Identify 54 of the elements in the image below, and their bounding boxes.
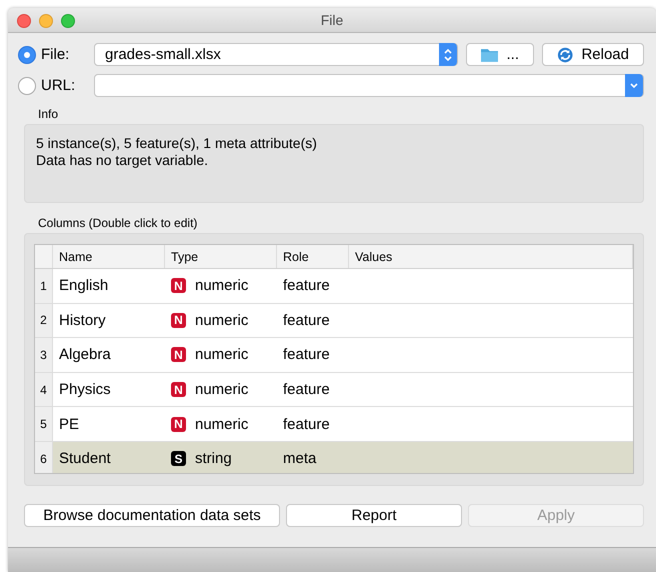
section-title: Columns (Double click to edit)	[38, 216, 198, 230]
column-header[interactable]: Role	[277, 245, 349, 268]
table-cell-text: English	[58, 276, 110, 296]
file-radio[interactable]: File:	[18, 46, 86, 64]
row-number: 1	[35, 269, 53, 303]
table-cell: string	[195, 450, 232, 468]
table-cell-text: History	[58, 310, 107, 331]
window-title: File	[320, 12, 344, 28]
refresh-icon	[557, 46, 574, 64]
table-cell: Student	[53, 442, 165, 473]
type-badge: S	[171, 451, 186, 466]
url-radio[interactable]: URL:	[18, 76, 86, 94]
row-number: 4	[35, 372, 53, 406]
table-cell-text: feature	[282, 380, 331, 400]
row-number: 3	[35, 338, 53, 372]
table-cell: numeric	[195, 312, 248, 329]
table-cell-text: feature	[282, 276, 331, 296]
table-cell-text: Physics	[58, 380, 112, 400]
close-icon[interactable]	[17, 14, 31, 28]
table-cell-text: feature	[282, 345, 331, 366]
table-cell: meta	[277, 442, 349, 473]
minimize-icon[interactable]	[39, 14, 53, 28]
table-cell: numeric	[195, 381, 248, 398]
file-combo-box[interactable]: grades-small.xlsx	[94, 43, 458, 66]
section-title: Info	[38, 107, 60, 121]
type-badge: N	[171, 347, 186, 362]
table-cell: numeric	[195, 277, 248, 294]
reload-button[interactable]: Reload	[542, 43, 644, 66]
table-cell-text: feature	[282, 310, 331, 331]
table-cell: numeric	[195, 416, 248, 433]
column-header[interactable]: Name	[53, 245, 165, 268]
row-number: 6	[35, 442, 53, 473]
table-cell-text: feature	[282, 414, 331, 435]
folder-icon	[481, 47, 498, 62]
row-number: 5	[35, 407, 53, 441]
column-header[interactable]: Type	[165, 245, 277, 268]
dropdown-icon	[629, 82, 639, 90]
zoom-icon[interactable]	[61, 14, 75, 28]
stepper-icon	[443, 48, 453, 62]
type-badge: N	[171, 382, 186, 398]
type-badge: N	[171, 416, 186, 432]
type-badge: N	[171, 312, 186, 328]
url-combo-box[interactable]	[94, 74, 644, 97]
type-badge: N	[171, 278, 186, 294]
table-cell-text: PE	[58, 414, 80, 435]
report-button[interactable]: Report	[286, 504, 462, 527]
info-text: 5 instance(s), 5 feature(s), 1 meta attribute(s)	[36, 135, 318, 151]
column-header[interactable]: Values	[349, 245, 633, 268]
table-cell-text: Algebra	[58, 345, 112, 366]
browse-button[interactable]: ...	[466, 43, 534, 66]
browse-documentation-button[interactable]: Browse documentation data sets	[24, 504, 280, 527]
table-cell: numeric	[195, 346, 248, 364]
row-number: 2	[35, 304, 53, 338]
info-text: Data has no target variable.	[36, 152, 209, 168]
